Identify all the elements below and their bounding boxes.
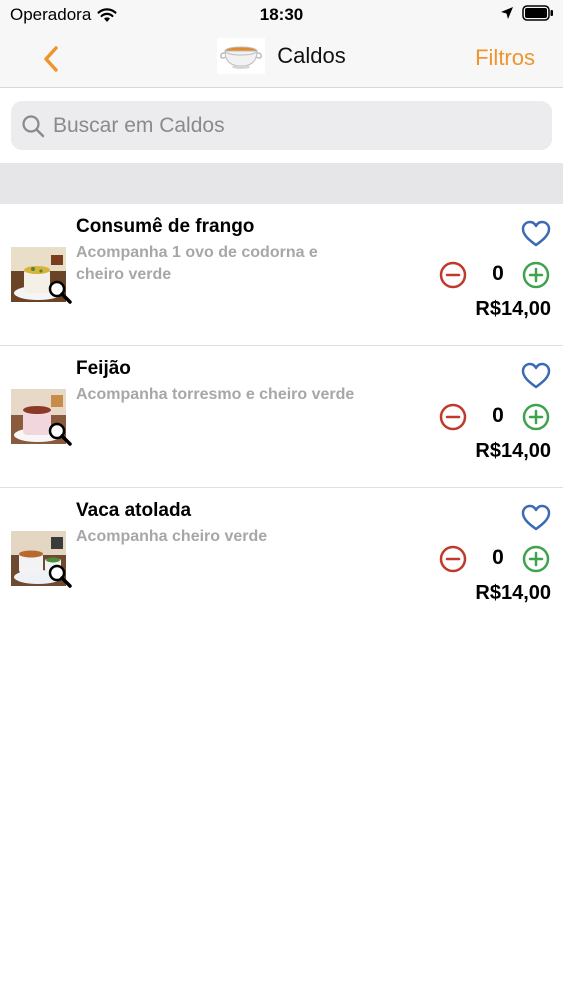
heart-icon[interactable] — [521, 220, 551, 248]
item-name: Feijão — [76, 358, 131, 379]
item-price: R$14,00 — [475, 582, 551, 604]
increase-quantity-button[interactable] — [522, 545, 550, 573]
location-arrow-icon — [501, 7, 513, 19]
heart-icon[interactable] — [521, 504, 551, 532]
status-bar: Operadora 18:30 — [0, 0, 563, 30]
soup-bowl-icon — [217, 38, 266, 74]
item-description: Acompanha torresmo e cheiro verde — [76, 386, 355, 403]
increase-quantity-button[interactable] — [522, 403, 550, 431]
list-item[interactable]: Vaca atolada Acompanha cheiro verde 0 R$… — [0, 488, 563, 630]
item-description: Acompanha 1 ovo de codorna e cheiro verd… — [76, 244, 318, 283]
clock: 18:30 — [259, 5, 304, 24]
search-input[interactable] — [53, 113, 533, 138]
list-item[interactable]: Consumê de frango Acompanha 1 ovo de cod… — [0, 204, 563, 346]
item-thumbnail[interactable] — [11, 247, 72, 304]
item-list: Consumê de frango Acompanha 1 ovo de cod… — [0, 204, 563, 630]
item-description: Acompanha cheiro verde — [76, 528, 268, 545]
status-right — [500, 5, 554, 21]
heart-icon[interactable] — [521, 362, 551, 390]
decrease-quantity-button[interactable] — [439, 545, 467, 573]
search-icon — [22, 114, 45, 137]
page-title: Caldos — [277, 43, 346, 68]
section-header — [0, 163, 563, 204]
item-price: R$14,00 — [475, 298, 551, 320]
quantity-value: 0 — [492, 546, 504, 569]
zoom-icon[interactable] — [47, 279, 73, 305]
item-name: Vaca atolada — [76, 500, 192, 521]
zoom-icon[interactable] — [47, 563, 73, 589]
item-name: Consumê de frango — [76, 216, 255, 237]
quantity-value: 0 — [492, 404, 504, 427]
quantity-value: 0 — [492, 262, 504, 285]
increase-quantity-button[interactable] — [522, 261, 550, 289]
navigation-bar: Caldos Filtros — [0, 30, 563, 88]
decrease-quantity-button[interactable] — [439, 403, 467, 431]
filters-button[interactable]: Filtros — [475, 45, 535, 71]
item-thumbnail[interactable] — [11, 389, 72, 446]
decrease-quantity-button[interactable] — [439, 261, 467, 289]
item-price: R$14,00 — [475, 440, 551, 462]
zoom-icon[interactable] — [47, 421, 73, 447]
list-item[interactable]: Feijão Acompanha torresmo e cheiro verde… — [0, 346, 563, 488]
search-area — [0, 88, 563, 163]
item-thumbnail[interactable] — [11, 531, 72, 588]
search-bar[interactable] — [11, 101, 552, 150]
battery-icon — [522, 5, 553, 21]
